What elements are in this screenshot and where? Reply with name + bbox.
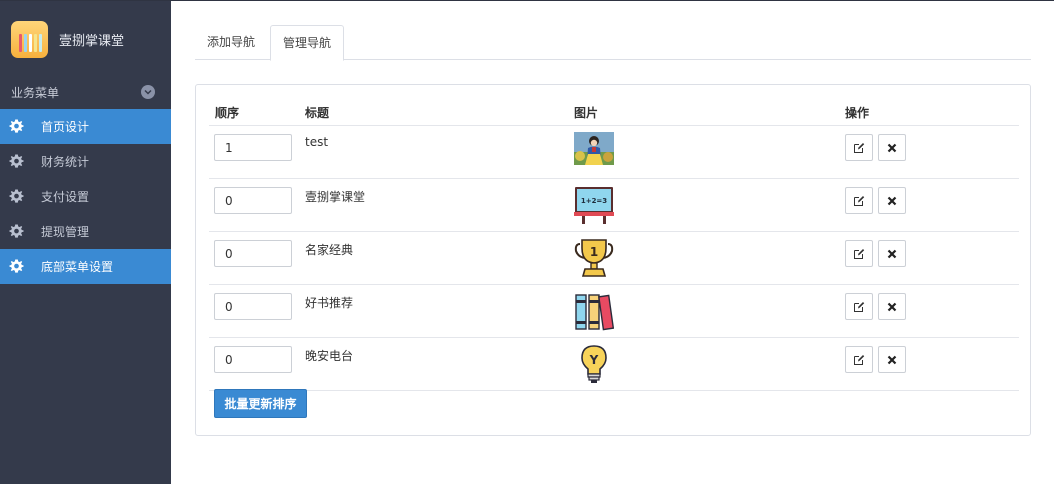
trophy-number: 1 <box>590 245 598 259</box>
table-row: 名家经典 1 <box>209 232 1019 285</box>
bulb-letter: Y <box>589 353 599 367</box>
top-border <box>0 0 1054 1</box>
sidebar-item-bottom-menu-settings[interactable]: 底部菜单设置 <box>0 249 171 284</box>
brand-name: 壹捌掌课堂 <box>59 34 125 49</box>
order-input[interactable] <box>214 293 292 320</box>
sidebar: 壹捌掌课堂 业务菜单 首页设计 财务统计 支付设置 提现管理 底部菜单设置 <box>0 0 1054 484</box>
sidebar-item-label: 首页设计 <box>41 120 90 134</box>
nav-tabs: 添加导航 管理导航 <box>195 25 1031 61</box>
edit-icon <box>854 142 865 153</box>
order-input[interactable] <box>214 187 292 214</box>
table-row: test <box>209 126 1019 179</box>
tab-add-navigation[interactable]: 添加导航 <box>195 25 267 60</box>
column-header-image: 图片 <box>574 106 599 120</box>
close-icon <box>887 355 897 364</box>
row-title: 名家经典 <box>305 243 354 257</box>
close-icon <box>887 249 897 258</box>
gear-icon <box>9 119 24 133</box>
books-icon <box>575 294 614 331</box>
blackboard-icon: 1+2=3 <box>574 187 614 224</box>
sidebar-menu: 首页设计 财务统计 支付设置 提现管理 底部菜单设置 <box>0 109 171 284</box>
menu-section-header[interactable]: 业务菜单 <box>0 80 171 104</box>
chevron-down-icon[interactable] <box>141 85 155 99</box>
gear-icon <box>9 259 24 273</box>
menu-section-title: 业务菜单 <box>11 85 60 100</box>
column-header-order: 顺序 <box>215 106 240 120</box>
sidebar-item-payment-settings[interactable]: 支付设置 <box>0 179 171 214</box>
edit-icon <box>854 354 865 365</box>
close-icon <box>887 196 897 205</box>
sidebar-item-label: 支付设置 <box>41 190 90 204</box>
blackboard-text: 1+2=3 <box>581 197 607 205</box>
row-title: 壹捌掌课堂 <box>305 190 366 204</box>
gear-icon <box>9 224 24 238</box>
edit-icon <box>854 248 865 259</box>
edit-icon <box>854 301 865 312</box>
column-header-title: 标题 <box>305 106 330 120</box>
table-row: 壹捌掌课堂 1+2=3 <box>209 179 1019 232</box>
delete-button[interactable] <box>878 346 906 373</box>
delete-button[interactable] <box>878 293 906 320</box>
tab-manage-navigation[interactable]: 管理导航 <box>270 25 345 61</box>
navigation-table-panel: 顺序 标题 图片 操作 test 壹捌掌课堂 <box>195 84 1031 436</box>
order-input[interactable] <box>214 134 292 161</box>
delete-button[interactable] <box>878 134 906 161</box>
close-icon <box>887 143 897 152</box>
row-title: test <box>305 135 329 149</box>
brand[interactable]: 壹捌掌课堂 <box>11 21 124 58</box>
sidebar-item-withdraw-management[interactable]: 提现管理 <box>0 214 171 249</box>
table-row: 好书推荐 <box>209 285 1019 338</box>
delete-button[interactable] <box>878 187 906 214</box>
sidebar-item-label: 底部菜单设置 <box>41 260 114 274</box>
table-row: 晚安电台 Y <box>209 338 1019 391</box>
sidebar-item-homepage-design[interactable]: 首页设计 <box>0 109 171 144</box>
sidebar-item-finance-stats[interactable]: 财务统计 <box>0 144 171 179</box>
delete-button[interactable] <box>878 240 906 267</box>
edit-button[interactable] <box>845 187 873 214</box>
brand-logo-icon <box>11 21 48 58</box>
edit-button[interactable] <box>845 346 873 373</box>
order-input[interactable] <box>214 346 292 373</box>
gear-icon <box>9 189 24 203</box>
gear-icon <box>9 154 24 168</box>
photo-thumbnail <box>574 132 614 165</box>
row-title: 好书推荐 <box>305 296 354 310</box>
trophy-icon: 1 <box>574 239 614 277</box>
edit-button[interactable] <box>845 134 873 161</box>
lightbulb-icon: Y <box>581 345 607 383</box>
sidebar-item-label: 财务统计 <box>41 155 90 169</box>
edit-button[interactable] <box>845 293 873 320</box>
edit-icon <box>854 195 865 206</box>
batch-update-order-button[interactable]: 批量更新排序 <box>214 389 307 418</box>
edit-button[interactable] <box>845 240 873 267</box>
order-input[interactable] <box>214 240 292 267</box>
column-header-actions: 操作 <box>845 106 870 120</box>
row-title: 晚安电台 <box>305 349 354 363</box>
sidebar-item-label: 提现管理 <box>41 225 90 239</box>
close-icon <box>887 302 897 311</box>
